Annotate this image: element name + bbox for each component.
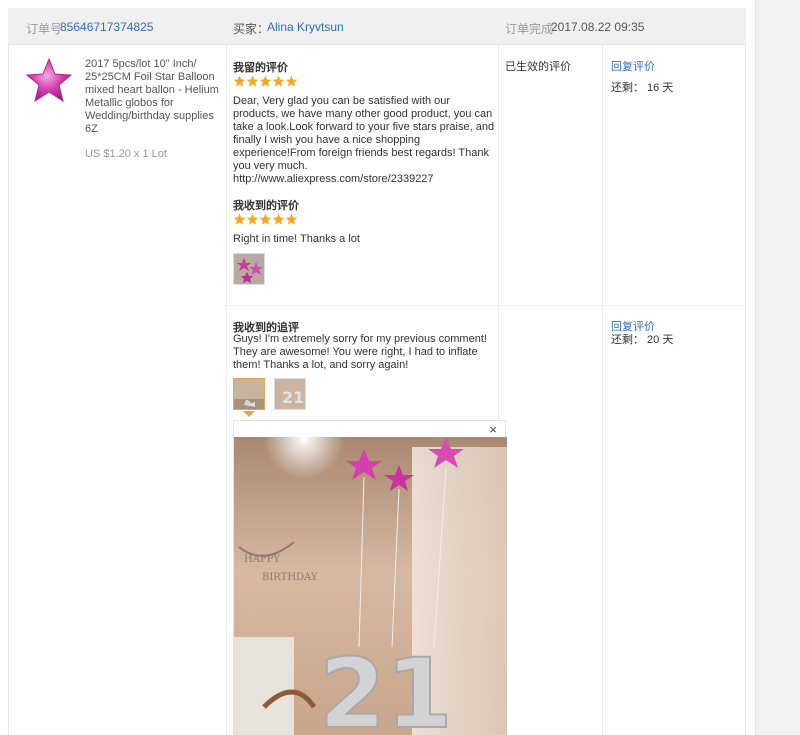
product-price: US $1.20 x 1 Lot <box>85 148 167 160</box>
star-icon <box>259 213 272 225</box>
my-review-text: Dear, Very glad you can be satisfied wit… <box>233 95 495 185</box>
buyer-label: 买家： <box>233 22 270 36</box>
order-number-label: 订单号 <box>26 22 63 36</box>
photo-preview-panel: × HAPPY BIRTHDAY 21 <box>233 420 507 735</box>
birthday-room-photo-icon: HAPPY BIRTHDAY 21 <box>234 437 507 735</box>
followup-photo-thumbnail-2[interactable]: 21 <box>274 378 306 410</box>
received-review-text: Right in time! Thanks a lot <box>233 233 360 245</box>
followup-review-text: Guys! I'm extremely sorry for my previou… <box>233 333 487 371</box>
review-status: 已生效的评价 <box>505 61 571 73</box>
column-divider <box>602 45 603 735</box>
received-review-title: 我收到的评价 <box>233 200 299 212</box>
review-photo-thumbnail[interactable] <box>233 253 265 285</box>
svg-text:21: 21 <box>282 388 304 407</box>
room-photo-icon: 21 <box>275 379 305 409</box>
star-icon <box>246 75 259 87</box>
followup-days-remaining: 还剩： 20 天 <box>611 334 674 346</box>
scrollbar-track[interactable] <box>755 0 800 735</box>
close-icon[interactable]: × <box>489 422 497 437</box>
order-number-link[interactable]: 85646717374825 <box>60 20 153 34</box>
row-divider <box>226 305 746 306</box>
star-icon <box>272 75 285 87</box>
star-icon <box>259 75 272 87</box>
pink-star-balloon-icon <box>25 57 73 103</box>
balloon-photo-icon <box>234 254 264 284</box>
room-photo-icon <box>234 379 264 409</box>
followup-photo-thumbnail-1[interactable] <box>233 378 265 410</box>
reply-review-link[interactable]: 回复评价 <box>611 58 655 74</box>
completed-time: 2017.08.22 09:35 <box>551 20 645 34</box>
star-icon <box>285 75 298 87</box>
days-remaining: 还剩： 16 天 <box>611 82 674 94</box>
product-thumbnail[interactable] <box>24 56 74 106</box>
received-review-stars <box>233 213 299 226</box>
selected-thumbnail-pointer <box>243 411 255 417</box>
buyer-name-link[interactable]: Alina Kryvtsun <box>267 20 344 34</box>
order-header: 订单号 85646717374825 买家： Alina Kryvtsun 订单… <box>8 8 746 45</box>
star-icon <box>285 213 298 225</box>
star-icon <box>233 75 246 87</box>
completed-label: 订单完成 <box>505 22 554 36</box>
svg-text:21: 21 <box>319 638 453 735</box>
star-icon <box>233 213 246 225</box>
svg-text:HAPPY: HAPPY <box>244 554 280 565</box>
column-divider <box>226 45 227 735</box>
product-title[interactable]: 2017 5pcs/lot 10" Inch/ 25*25CM Foil Sta… <box>85 58 223 136</box>
my-review-stars <box>233 75 299 88</box>
balloon-room-photo[interactable]: HAPPY BIRTHDAY 21 <box>234 437 507 735</box>
svg-text:BIRTHDAY: BIRTHDAY <box>262 572 318 583</box>
star-icon <box>246 213 259 225</box>
my-review-title: 我留的评价 <box>233 62 288 74</box>
star-icon <box>272 213 285 225</box>
